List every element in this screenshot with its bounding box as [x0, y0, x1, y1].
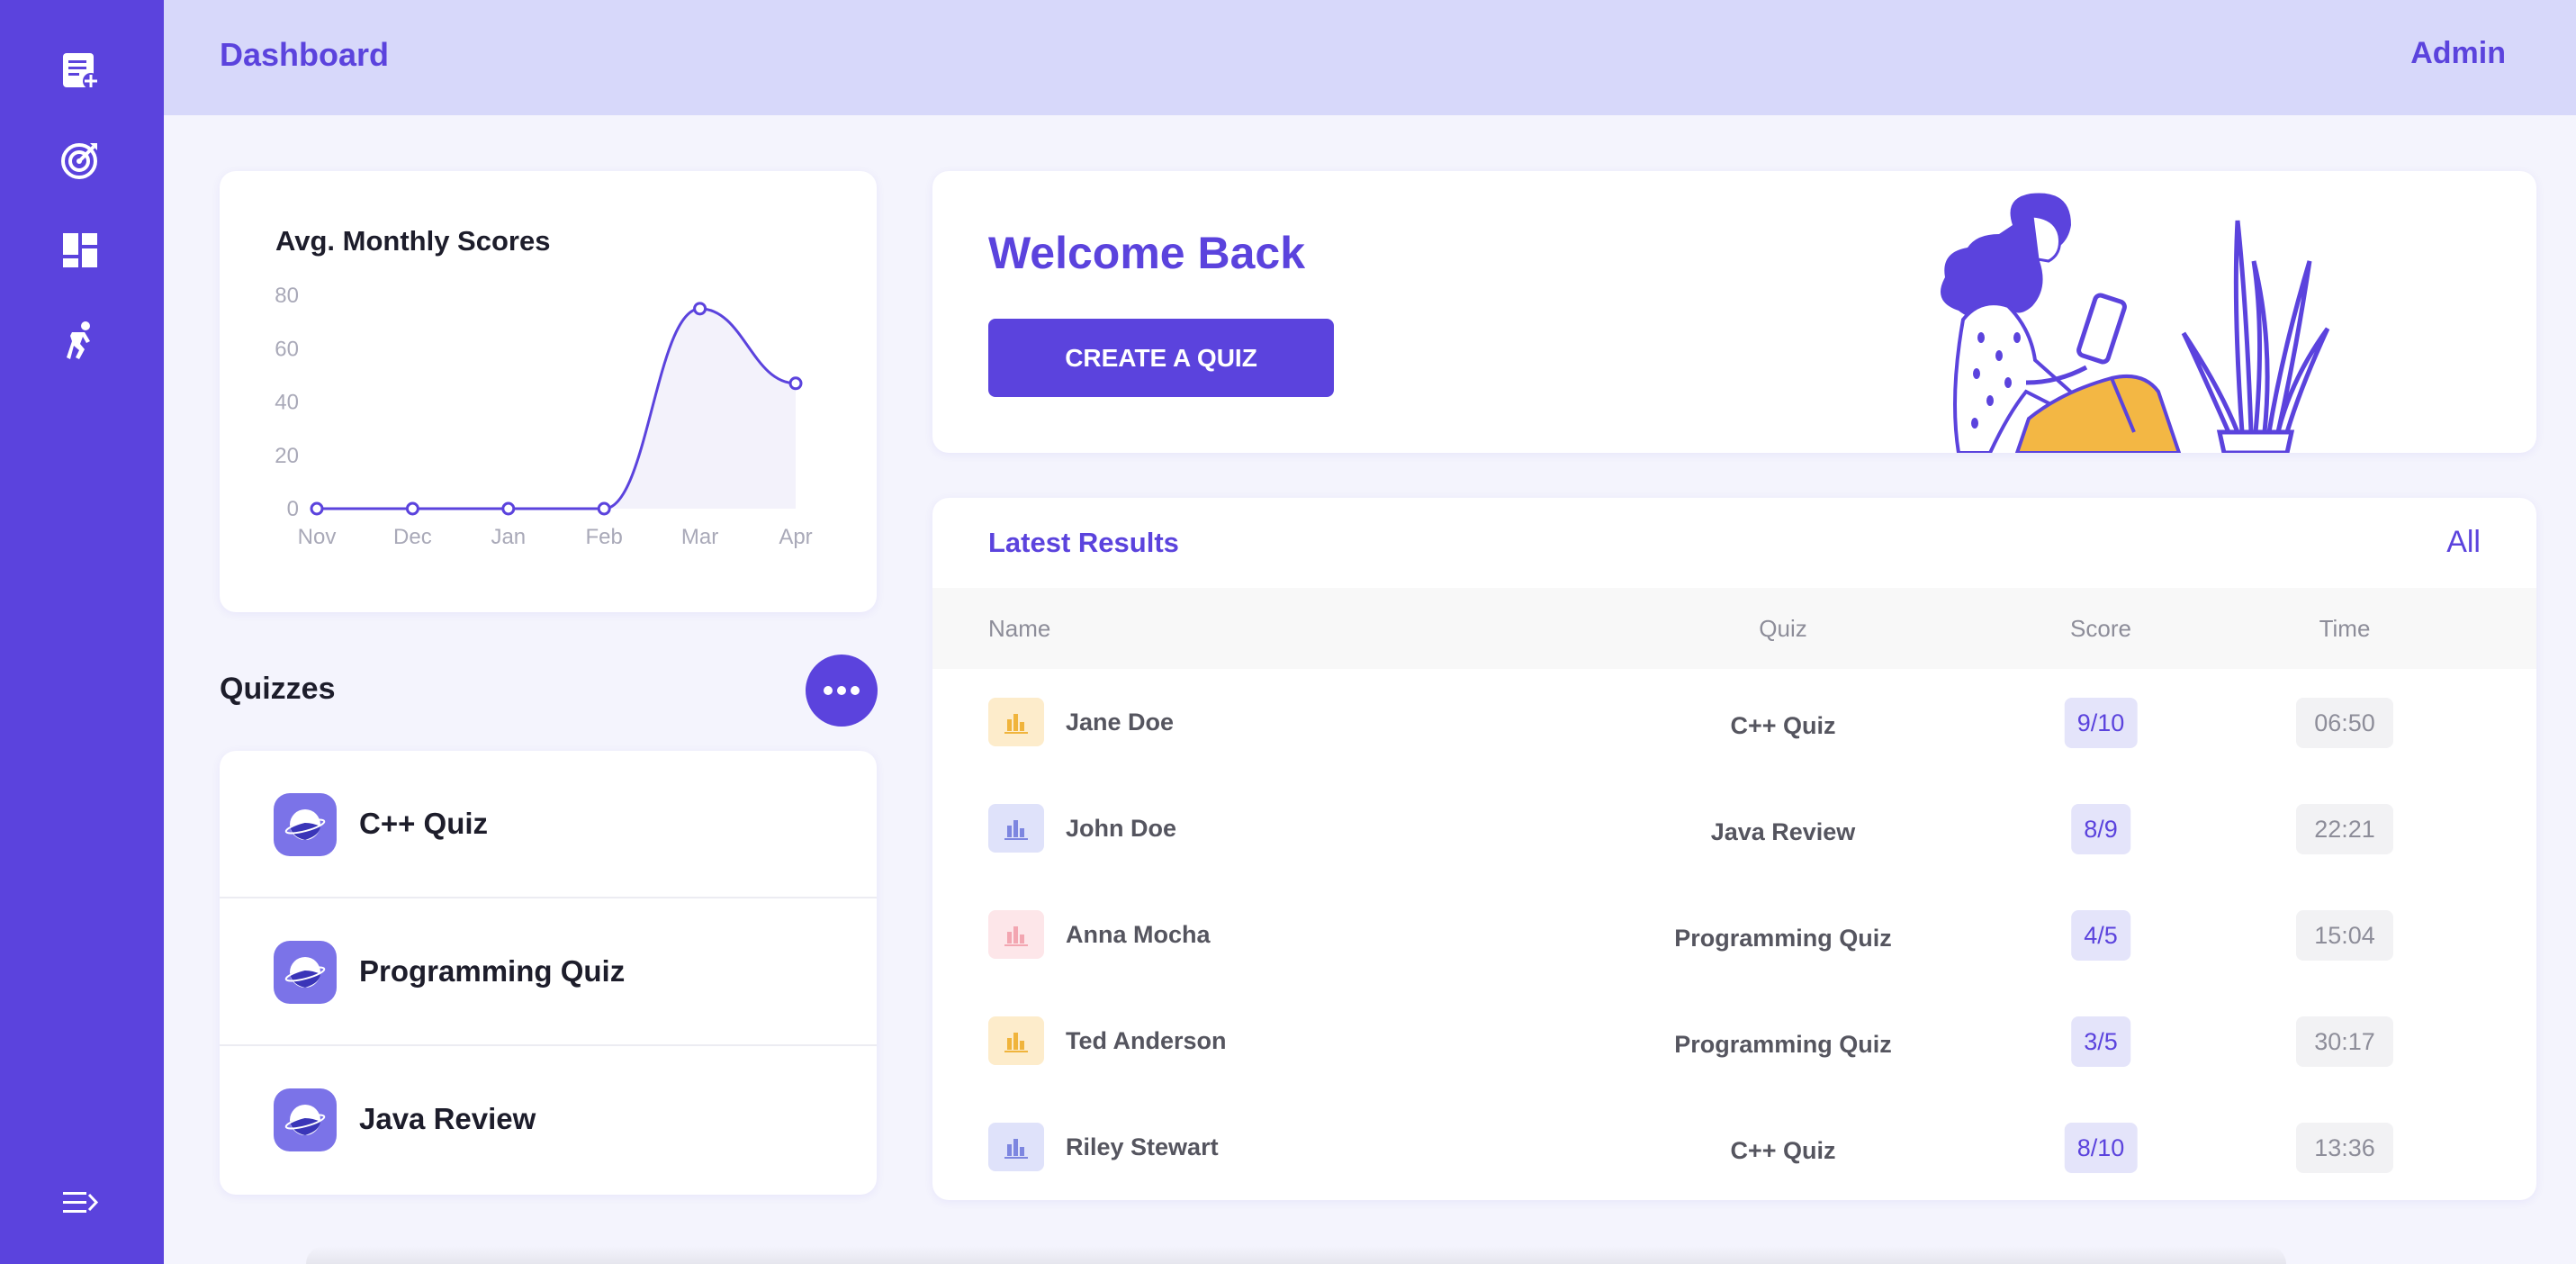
- welcome-title: Welcome Back: [988, 228, 1306, 278]
- result-time-badge: 22:21: [2296, 804, 2393, 854]
- table-row[interactable]: Jane Doe C++ Quiz 9/10 06:50: [932, 669, 2536, 775]
- result-time-badge: 15:04: [2296, 910, 2393, 961]
- bar-chart-icon: [988, 698, 1044, 746]
- new-quiz-icon[interactable]: [57, 47, 104, 94]
- results-title: Latest Results: [988, 527, 1179, 558]
- quiz-list: C++ Quiz Programming Quiz Java Review: [220, 751, 877, 1195]
- x-tick-label: Feb: [586, 525, 623, 549]
- quiz-label: C++ Quiz: [359, 807, 489, 840]
- planet-icon: [274, 1088, 337, 1151]
- result-quiz: Java Review: [1710, 818, 1856, 845]
- table-row[interactable]: Anna Mocha Programming Quiz 4/5 15:04: [932, 881, 2536, 988]
- result-name: Ted Anderson: [1066, 1027, 1227, 1054]
- x-tick-label: Jan: [491, 525, 526, 549]
- result-quiz: Programming Quiz: [1674, 925, 1892, 952]
- latest-results-card: Latest Results All Name Quiz Score Time …: [932, 498, 2536, 1200]
- table-header: Name Quiz Score Time: [932, 588, 2536, 669]
- result-time-badge: 30:17: [2296, 1016, 2393, 1067]
- result-name: Jane Doe: [1066, 709, 1175, 736]
- page-title: Dashboard: [220, 36, 390, 73]
- column-header-quiz[interactable]: Quiz: [1759, 615, 1806, 643]
- result-score-badge: 8/10: [2064, 1123, 2138, 1173]
- result-name: Riley Stewart: [1066, 1133, 1219, 1160]
- y-tick-label: 40: [275, 391, 299, 415]
- x-tick-label: Mar: [681, 525, 718, 549]
- result-time-badge: 13:36: [2296, 1123, 2393, 1173]
- x-tick-label: Dec: [393, 525, 432, 549]
- bottom-shadow: [306, 1246, 2286, 1264]
- quiz-label: Java Review: [359, 1102, 536, 1135]
- more-dot-icon: [851, 686, 860, 695]
- table-row[interactable]: Riley Stewart C++ Quiz 8/10 13:36: [932, 1094, 2536, 1200]
- planet-icon: [274, 793, 337, 856]
- reading-woman-illustration: [1941, 193, 2330, 453]
- result-quiz: C++ Quiz: [1730, 1137, 1836, 1164]
- y-tick-label: 0: [287, 497, 299, 521]
- data-point[interactable]: [501, 501, 516, 516]
- result-score-badge: 9/10: [2064, 698, 2138, 748]
- quiz-label: Programming Quiz: [359, 954, 626, 988]
- x-tick-label: Nov: [298, 525, 337, 549]
- result-time-badge: 06:50: [2296, 698, 2393, 748]
- monthly-scores-card: Avg. Monthly Scores 0 20 40 60 80 Nov Dec Jan Fe…: [220, 171, 877, 612]
- result-score-badge: 3/5: [2071, 1016, 2130, 1067]
- result-score-badge: 8/9: [2071, 804, 2130, 854]
- result-quiz: C++ Quiz: [1730, 712, 1836, 739]
- quizzes-title: Quizzes: [220, 672, 336, 706]
- quiz-item[interactable]: Java Review: [220, 1046, 877, 1194]
- result-name: John Doe: [1066, 815, 1177, 842]
- chart-area: [317, 308, 796, 509]
- dashboard-icon[interactable]: [57, 227, 104, 274]
- bar-chart-icon: [988, 804, 1044, 853]
- table-row[interactable]: John Doe Java Review 8/9 22:21: [932, 775, 2536, 881]
- y-tick-label: 20: [275, 444, 299, 468]
- table-row[interactable]: Ted Anderson Programming Quiz 3/5 30:17: [932, 988, 2536, 1094]
- runner-icon[interactable]: [57, 317, 104, 364]
- data-point[interactable]: [693, 302, 707, 316]
- bar-chart-icon: [988, 1123, 1044, 1171]
- data-point[interactable]: [405, 501, 419, 516]
- sidebar: [0, 0, 164, 1264]
- quiz-item[interactable]: C++ Quiz: [220, 751, 877, 898]
- y-tick-label: 80: [275, 284, 299, 308]
- welcome-card: Welcome Back CREATE A QUIZ: [932, 171, 2536, 453]
- data-point[interactable]: [597, 501, 611, 516]
- more-options-button[interactable]: [806, 655, 878, 727]
- target-icon[interactable]: [57, 137, 104, 184]
- quiz-item[interactable]: Programming Quiz: [220, 898, 877, 1046]
- view-all-link[interactable]: All: [2446, 525, 2481, 560]
- more-dot-icon: [824, 686, 833, 695]
- user-menu[interactable]: Admin: [2410, 36, 2506, 71]
- data-point[interactable]: [788, 376, 803, 391]
- more-dot-icon: [837, 686, 846, 695]
- column-header-name[interactable]: Name: [988, 615, 1050, 643]
- result-quiz: Programming Quiz: [1674, 1031, 1892, 1058]
- column-header-time[interactable]: Time: [2319, 615, 2371, 643]
- monthly-scores-chart: 0 20 40 60 80 Nov Dec Jan Feb Mar Apr: [275, 284, 812, 549]
- bar-chart-icon: [988, 910, 1044, 959]
- y-tick-label: 60: [275, 337, 299, 361]
- bar-chart-icon: [988, 1016, 1044, 1065]
- top-bar: Dashboard Admin: [164, 0, 2576, 115]
- result-name: Anna Mocha: [1066, 921, 1211, 948]
- result-score-badge: 4/5: [2071, 910, 2130, 961]
- create-quiz-button[interactable]: CREATE A QUIZ: [988, 319, 1334, 397]
- planet-icon: [274, 941, 337, 1004]
- column-header-score[interactable]: Score: [2070, 615, 2131, 643]
- data-point[interactable]: [310, 501, 324, 516]
- x-tick-label: Apr: [779, 525, 812, 549]
- collapse-menu-icon[interactable]: [57, 1179, 104, 1226]
